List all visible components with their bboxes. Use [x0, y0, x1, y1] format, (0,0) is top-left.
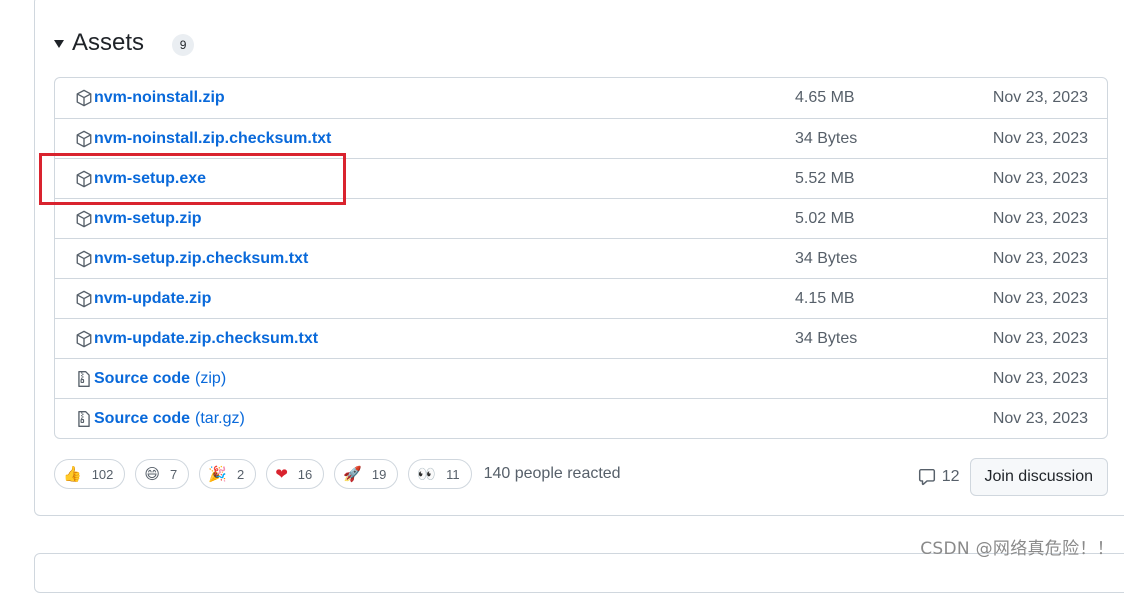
assets-count-badge: 9 — [172, 33, 195, 56]
reaction-button[interactable]: ❤ 16 — [266, 459, 325, 489]
reaction-button[interactable]: 👀 11 — [408, 459, 472, 489]
assets-toggle[interactable]: Assets 9 — [54, 27, 195, 59]
asset-name: nvm-setup.exe — [94, 169, 207, 187]
asset-size: 4.15 MB — [795, 289, 855, 307]
package-icon — [76, 130, 92, 147]
discussion-area: 12 Join discussion — [918, 458, 1108, 496]
reaction-button[interactable]: 🎉 2 — [199, 459, 257, 489]
asset-size: 34 Bytes — [795, 329, 858, 347]
rocket-icon: 🚀 — [343, 464, 362, 483]
join-discussion-button[interactable]: Join discussion — [969, 458, 1108, 496]
watermark: CSDN @网络真危险！！ — [920, 539, 1114, 559]
package-icon — [76, 170, 92, 187]
package-icon — [76, 210, 92, 227]
asset-link[interactable]: nvm-update.zip — [75, 290, 211, 308]
reaction-count: 19 — [371, 466, 387, 482]
asset-name: nvm-update.zip.checksum.txt — [94, 329, 319, 347]
comment-count[interactable]: 12 — [918, 468, 960, 486]
reaction-button[interactable]: 😄 7 — [135, 459, 190, 489]
reaction-count: 7 — [170, 466, 178, 482]
package-icon — [76, 290, 92, 307]
asset-size: 5.02 MB — [795, 209, 855, 227]
asset-link[interactable]: nvm-noinstall.zip — [75, 89, 225, 107]
asset-name: nvm-noinstall.zip — [94, 89, 225, 106]
smile-icon: 😄 — [144, 464, 161, 483]
asset-row: nvm-noinstall.zip.checksum.txt 34 Bytes No… — [55, 118, 1107, 158]
asset-row: nvm-update.zip 4.15 MB Nov 23, 2023 — [55, 278, 1107, 318]
asset-row: Source code (zip) Nov 23, 2023 — [55, 358, 1107, 398]
asset-name: nvm-setup.zip.checksum.txt — [94, 249, 309, 267]
reactions-summary: 140 people reacted — [483, 465, 621, 482]
asset-row: nvm-update.zip.checksum.txt 34 Bytes Nov 2… — [55, 318, 1107, 358]
asset-date: Nov 23, 2023 — [992, 209, 1088, 227]
asset-size: 34 Bytes — [795, 129, 858, 147]
asset-name: nvm-setup.zip — [94, 209, 202, 227]
file-zip-icon — [78, 370, 90, 387]
comment-icon — [918, 468, 935, 486]
asset-link[interactable]: nvm-setup.zip.checksum.txt — [75, 250, 308, 268]
asset-link[interactable]: nvm-setup.zip — [75, 210, 202, 228]
asset-date: Nov 23, 2023 — [992, 289, 1088, 307]
reactions-bar: 👍 102 😄 7 🎉 2 ❤ 16 🚀 19 👀 11 140 people reacted — [54, 458, 621, 490]
asset-link[interactable]: Source code (tar.gz) — [75, 410, 245, 428]
asset-name: Source code — [94, 409, 191, 427]
comment-count-value: 12 — [941, 468, 960, 485]
asset-row: nvm-noinstall.zip 4.65 MB Nov 23, 2023 — [55, 78, 1107, 118]
caret-down-icon — [54, 40, 64, 48]
package-icon — [76, 89, 92, 107]
asset-row: nvm-setup.zip.checksum.txt 34 Bytes Nov 23… — [55, 238, 1107, 278]
heart-icon: ❤ — [275, 464, 288, 483]
asset-name: nvm-update.zip — [94, 289, 212, 307]
asset-link[interactable]: nvm-setup.exe — [75, 170, 206, 188]
asset-size: 34 Bytes — [795, 249, 858, 267]
thumbs-up-icon: 👍 — [63, 464, 82, 483]
next-release-card — [34, 553, 1124, 593]
reaction-count: 2 — [236, 466, 245, 482]
asset-date: Nov 23, 2023 — [992, 129, 1088, 147]
asset-link[interactable]: nvm-update.zip.checksum.txt — [75, 330, 318, 348]
asset-date: Nov 23, 2023 — [992, 409, 1088, 427]
asset-row: nvm-setup.exe 5.52 MB Nov 23, 2023 — [55, 158, 1107, 198]
asset-date: Nov 23, 2023 — [992, 89, 1088, 106]
asset-name-suffix: (zip) — [195, 369, 227, 387]
asset-date: Nov 23, 2023 — [992, 329, 1088, 347]
asset-link[interactable]: Source code (zip) — [75, 370, 226, 388]
asset-size: 4.65 MB — [795, 89, 855, 106]
asset-name: Source code — [94, 369, 191, 387]
package-icon — [76, 330, 92, 347]
asset-row: nvm-setup.zip 5.02 MB Nov 23, 2023 — [55, 198, 1107, 238]
reaction-count: 102 — [91, 466, 114, 482]
asset-row: Source code (tar.gz) Nov 23, 2023 — [55, 398, 1107, 438]
asset-name-suffix: (tar.gz) — [195, 409, 245, 427]
package-icon — [76, 250, 92, 267]
asset-date: Nov 23, 2023 — [992, 369, 1088, 387]
asset-date: Nov 23, 2023 — [992, 249, 1088, 267]
asset-name: nvm-noinstall.zip.checksum.txt — [94, 129, 332, 147]
reaction-count: 11 — [446, 466, 460, 482]
reaction-button[interactable]: 🚀 19 — [334, 459, 399, 489]
asset-date: Nov 23, 2023 — [992, 169, 1088, 187]
asset-size: 5.52 MB — [795, 169, 855, 187]
eyes-icon: 👀 — [417, 464, 437, 483]
assets-list: nvm-noinstall.zip 4.65 MB Nov 23, 2023 nvm-… — [54, 77, 1108, 439]
file-zip-icon — [78, 410, 90, 427]
assets-title: Assets — [72, 29, 145, 56]
asset-link[interactable]: nvm-noinstall.zip.checksum.txt — [75, 130, 331, 148]
reaction-button[interactable]: 👍 102 — [54, 459, 126, 489]
tada-icon: 🎉 — [208, 464, 227, 483]
reaction-count: 16 — [297, 466, 313, 482]
